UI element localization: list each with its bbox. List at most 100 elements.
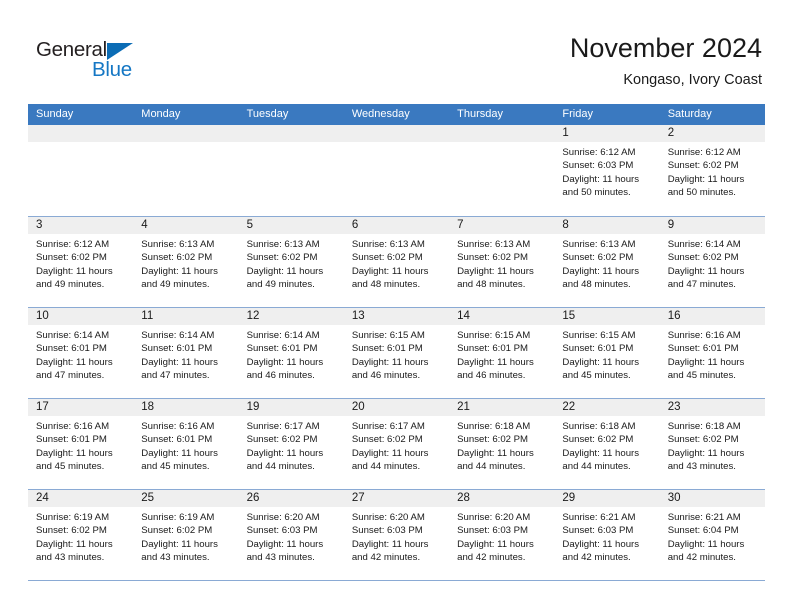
- daylight-text-line2: and 50 minutes.: [667, 187, 736, 199]
- sunset-text: Sunset: 6:01 PM: [141, 434, 213, 446]
- day-cell[interactable]: 18 Sunrise: 6:16 AM Sunset: 6:01 PM Dayligh…: [133, 399, 239, 489]
- daylight-text-line2: and 44 minutes.: [457, 461, 526, 473]
- day-cell[interactable]: 25 Sunrise: 6:19 AM Sunset: 6:02 PM Dayligh…: [133, 490, 239, 580]
- day-cell[interactable]: 28 Sunrise: 6:20 AM Sunset: 6:03 PM Dayligh…: [449, 490, 555, 580]
- sunrise-text: Sunrise: 6:12 AM: [667, 147, 741, 158]
- day-number: 25: [141, 492, 155, 504]
- day-sun-info: Sunrise: 6:18 AM Sunset: 6:02 PM Daylight:…: [449, 416, 554, 474]
- day-cell[interactable]: 10 Sunrise: 6:14 AM Sunset: 6:01 PM Dayligh…: [28, 308, 134, 398]
- day-cell[interactable]: 27 Sunrise: 6:20 AM Sunset: 6:03 PM Dayligh…: [343, 490, 450, 580]
- day-cell[interactable]: 4 Sunrise: 6:13 AM Sunset: 6:02 PM Daylight…: [133, 217, 239, 307]
- sunset-text: Sunset: 6:02 PM: [667, 160, 739, 172]
- sunset-text: Sunset: 6:01 PM: [246, 343, 318, 355]
- day-number: 21: [457, 401, 470, 413]
- day-number: 24: [36, 492, 49, 504]
- day-cell[interactable]: 20 Sunrise: 6:17 AM Sunset: 6:02 PM Dayligh…: [343, 399, 450, 489]
- day-sun-info: Sunrise: 6:18 AM Sunset: 6:02 PM Daylight:…: [554, 416, 659, 474]
- day-sun-info: Sunrise: 6:13 AM Sunset: 6:02 PM Daylight:…: [449, 234, 554, 292]
- day-sun-info: Sunrise: 6:16 AM Sunset: 6:01 PM Daylight:…: [133, 416, 238, 474]
- daylight-text-line1: Daylight: 11 hours: [246, 356, 324, 368]
- day-cell[interactable]: 14 Sunrise: 6:15 AM Sunset: 6:01 PM Dayligh…: [449, 308, 555, 398]
- day-cell[interactable]: 29 Sunrise: 6:21 AM Sunset: 6:03 PM Dayligh…: [554, 490, 660, 580]
- day-number-band: 19: [238, 399, 344, 416]
- day-sun-info: Sunrise: 6:20 AM Sunset: 6:03 PM Daylight:…: [344, 507, 449, 565]
- weekday-header-sunday: Sunday: [36, 108, 74, 120]
- day-number-band: 6: [343, 217, 450, 234]
- daylight-text-line1: Daylight: 11 hours: [246, 447, 324, 459]
- sunrise-text: Sunrise: 6:14 AM: [667, 239, 741, 250]
- day-sun-info: Sunrise: 6:14 AM Sunset: 6:01 PM Daylight:…: [133, 325, 238, 383]
- day-cell[interactable]: 21 Sunrise: 6:18 AM Sunset: 6:02 PM Dayligh…: [449, 399, 555, 489]
- day-number: 23: [667, 401, 681, 413]
- weekday-header-tuesday: Tuesday: [246, 108, 289, 120]
- day-number: 22: [562, 401, 576, 413]
- day-cell[interactable]: 26 Sunrise: 6:20 AM Sunset: 6:03 PM Dayligh…: [238, 490, 344, 580]
- day-cell[interactable]: 15 Sunrise: 6:15 AM Sunset: 6:01 PM Dayligh…: [554, 308, 660, 398]
- daylight-text-line2: and 45 minutes.: [562, 370, 631, 382]
- day-cell[interactable]: 7 Sunrise: 6:13 AM Sunset: 6:02 PM Daylight…: [449, 217, 555, 307]
- daylight-text-line2: and 42 minutes.: [457, 552, 526, 564]
- sunset-text: Sunset: 6:02 PM: [141, 525, 213, 537]
- day-number-band: 11: [133, 308, 239, 325]
- day-cell-empty: [28, 125, 134, 216]
- sunset-text: Sunset: 6:04 PM: [667, 525, 739, 537]
- day-sun-info: Sunrise: 6:13 AM Sunset: 6:02 PM Daylight:…: [554, 234, 659, 292]
- day-sun-info: Sunrise: 6:15 AM Sunset: 6:01 PM Daylight:…: [449, 325, 554, 383]
- day-number-band: 2: [659, 125, 765, 142]
- sunrise-text: Sunrise: 6:14 AM: [36, 330, 110, 341]
- day-cell-empty: [449, 125, 555, 216]
- day-cell[interactable]: 13 Sunrise: 6:15 AM Sunset: 6:01 PM Dayligh…: [343, 308, 450, 398]
- sunrise-text: Sunrise: 6:13 AM: [457, 239, 531, 250]
- day-cell[interactable]: 1 Sunrise: 6:12 AM Sunset: 6:03 PM Daylight…: [554, 125, 660, 216]
- day-cell[interactable]: 19 Sunrise: 6:17 AM Sunset: 6:02 PM Dayligh…: [238, 399, 344, 489]
- sunrise-text: Sunrise: 6:18 AM: [562, 421, 636, 432]
- day-cell[interactable]: 12 Sunrise: 6:14 AM Sunset: 6:01 PM Dayligh…: [238, 308, 344, 398]
- day-sun-info: Sunrise: 6:13 AM Sunset: 6:02 PM Daylight:…: [133, 234, 238, 292]
- day-number-band: 25: [133, 490, 239, 507]
- day-number-band: 26: [238, 490, 344, 507]
- day-cell[interactable]: 9 Sunrise: 6:14 AM Sunset: 6:02 PM Daylight…: [659, 217, 765, 307]
- day-number: 1: [562, 127, 569, 139]
- day-number: 30: [667, 492, 681, 504]
- day-cell[interactable]: 3 Sunrise: 6:12 AM Sunset: 6:02 PM Daylight…: [28, 217, 134, 307]
- day-cell[interactable]: 16 Sunrise: 6:16 AM Sunset: 6:01 PM Dayligh…: [659, 308, 765, 398]
- day-sun-info: Sunrise: 6:12 AM Sunset: 6:02 PM Daylight:…: [660, 142, 765, 200]
- day-cell[interactable]: 11 Sunrise: 6:14 AM Sunset: 6:01 PM Dayligh…: [133, 308, 239, 398]
- sunset-text: Sunset: 6:01 PM: [562, 343, 634, 355]
- day-number-band: 16: [659, 308, 765, 325]
- calendar-week-row: 3 Sunrise: 6:12 AM Sunset: 6:02 PM Daylight…: [28, 217, 765, 308]
- day-number: 9: [667, 219, 675, 231]
- daylight-text-line2: and 49 minutes.: [36, 279, 105, 291]
- daylight-text-line2: and 44 minutes.: [246, 461, 315, 473]
- daylight-text-line2: and 42 minutes.: [562, 552, 631, 564]
- daylight-text-line1: Daylight: 11 hours: [36, 538, 113, 550]
- daylight-text-line1: Daylight: 11 hours: [36, 447, 113, 459]
- day-cell[interactable]: 22 Sunrise: 6:18 AM Sunset: 6:02 PM Dayligh…: [554, 399, 660, 489]
- day-cell[interactable]: 5 Sunrise: 6:13 AM Sunset: 6:02 PM Daylight…: [238, 217, 344, 307]
- day-sun-info: Sunrise: 6:15 AM Sunset: 6:01 PM Daylight:…: [344, 325, 449, 383]
- daylight-text-line2: and 46 minutes.: [351, 370, 421, 382]
- calendar-week-row: 1 Sunrise: 6:12 AM Sunset: 6:03 PM Daylight…: [28, 125, 765, 217]
- day-cell[interactable]: 17 Sunrise: 6:16 AM Sunset: 6:01 PM Dayligh…: [28, 399, 134, 489]
- weekday-header-friday: Friday: [562, 108, 593, 120]
- day-cell[interactable]: 30 Sunrise: 6:21 AM Sunset: 6:04 PM Dayligh…: [659, 490, 765, 580]
- daylight-text-line2: and 45 minutes.: [36, 461, 105, 473]
- daylight-text-line1: Daylight: 11 hours: [141, 265, 218, 277]
- daylight-text-line2: and 46 minutes.: [246, 370, 315, 382]
- day-cell[interactable]: 24 Sunrise: 6:19 AM Sunset: 6:02 PM Dayligh…: [28, 490, 134, 580]
- daylight-text-line2: and 48 minutes.: [457, 279, 526, 291]
- day-number: 14: [457, 310, 470, 322]
- day-cell[interactable]: 6 Sunrise: 6:13 AM Sunset: 6:02 PM Daylight…: [343, 217, 450, 307]
- day-cell[interactable]: 2 Sunrise: 6:12 AM Sunset: 6:02 PM Daylight…: [659, 125, 765, 216]
- day-number-band: [133, 125, 239, 142]
- daylight-text-line1: Daylight: 11 hours: [562, 173, 640, 185]
- day-number: 19: [246, 401, 260, 413]
- daylight-text-line2: and 50 minutes.: [562, 187, 631, 199]
- general-blue-logo[interactable]: General Blue: [36, 38, 166, 84]
- day-cell[interactable]: 23 Sunrise: 6:18 AM Sunset: 6:02 PM Dayligh…: [659, 399, 765, 489]
- daylight-text-line2: and 46 minutes.: [457, 370, 526, 382]
- daylight-text-line1: Daylight: 11 hours: [141, 538, 218, 550]
- day-cell[interactable]: 8 Sunrise: 6:13 AM Sunset: 6:02 PM Daylight…: [554, 217, 660, 307]
- daylight-text-line1: Daylight: 11 hours: [667, 538, 745, 550]
- day-sun-info: Sunrise: 6:16 AM Sunset: 6:01 PM Daylight:…: [28, 416, 133, 474]
